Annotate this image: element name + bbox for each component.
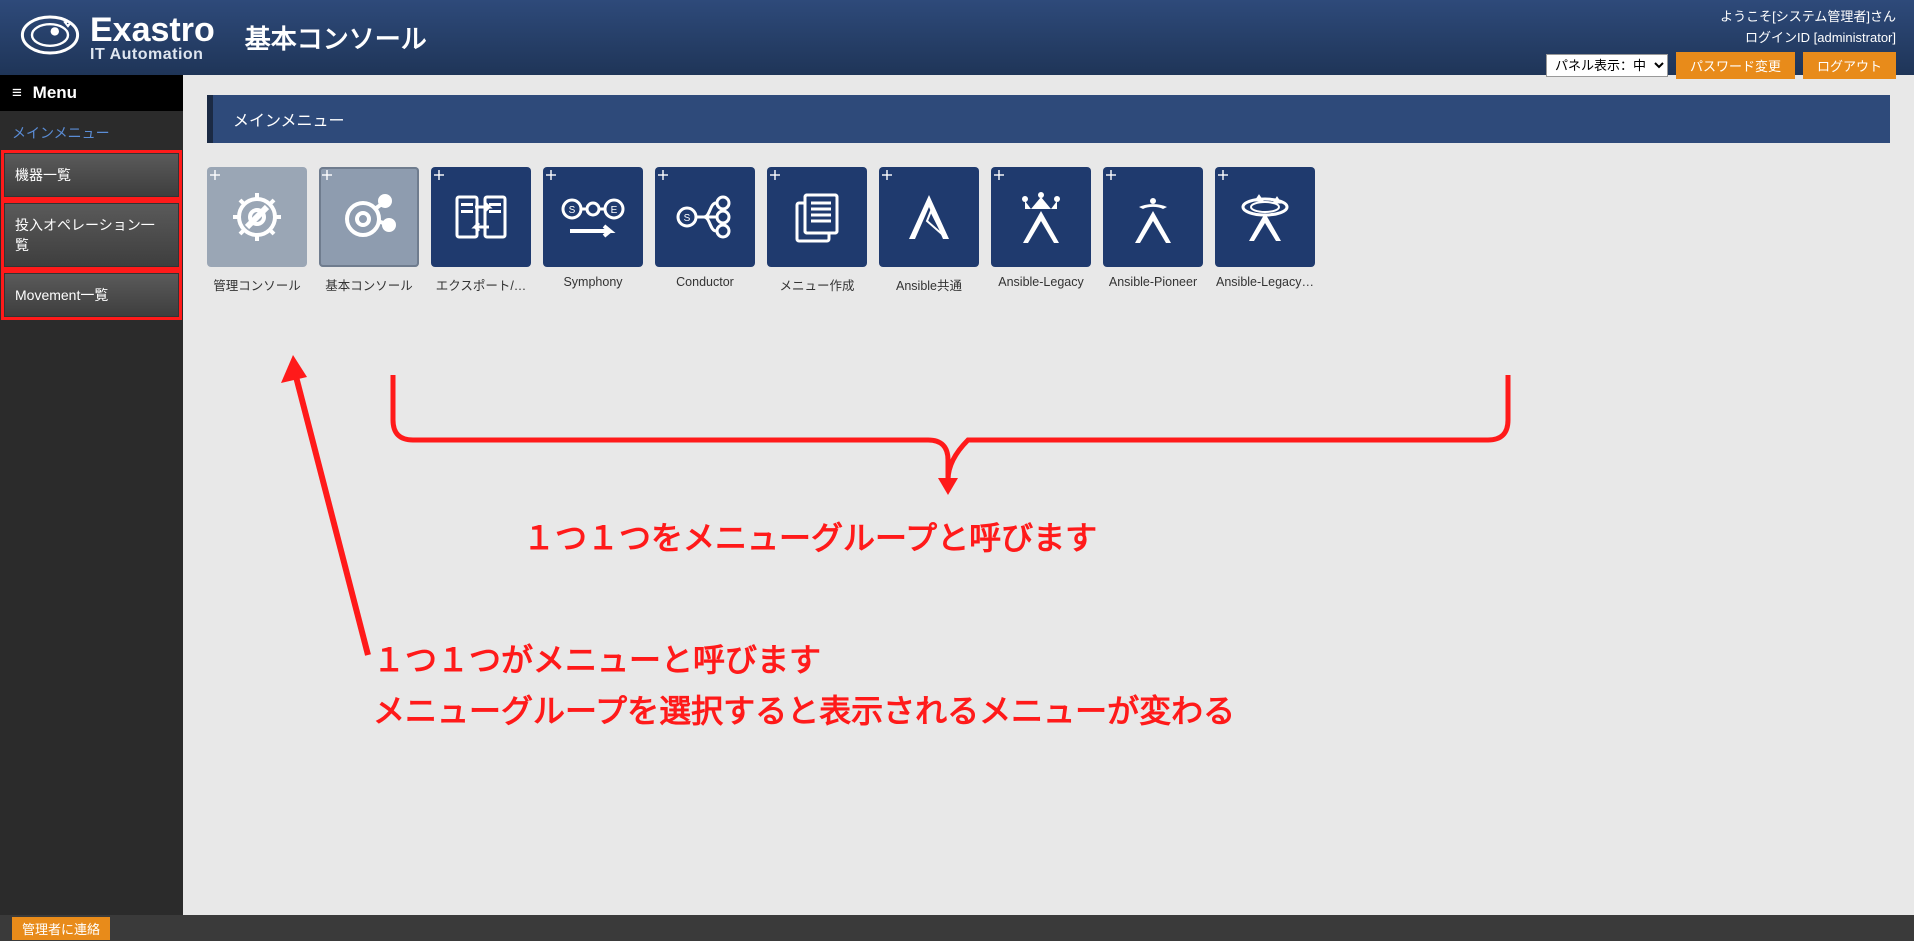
sidebar-item-label: 投入オペレーション一覧: [15, 217, 155, 253]
sidebar-section-main[interactable]: メインメニュー: [0, 111, 183, 153]
plus-icon: [882, 170, 896, 184]
plus-icon: [770, 170, 784, 184]
annotation-brace: [388, 370, 1518, 500]
plus-icon: [994, 170, 1008, 184]
panel-label: Conductor: [655, 275, 755, 289]
annotation-arrow: [273, 355, 393, 675]
plus-icon: [546, 170, 560, 184]
panel-basic-console[interactable]: 基本コンソール: [319, 167, 419, 294]
content-header: メインメニュー: [207, 95, 1890, 143]
panel-label: 基本コンソール: [319, 275, 419, 294]
sidebar-item-devices[interactable]: 機器一覧: [4, 153, 179, 197]
plus-icon: [1218, 170, 1232, 184]
svg-text:E: E: [611, 205, 618, 216]
gear-nodes-icon: [319, 167, 419, 267]
symphony-icon: SE: [543, 167, 643, 267]
sidebar-item-operations[interactable]: 投入オペレーション一覧: [4, 203, 179, 267]
gear-wrench-icon: [207, 167, 307, 267]
plus-icon: [1106, 170, 1120, 184]
sidebar-item-label: Movement一覧: [15, 287, 108, 303]
logo-text: Exastro IT Automation: [90, 13, 215, 63]
sidebar-item-label: 機器一覧: [15, 167, 71, 183]
panel-menu-create[interactable]: メニュー作成: [767, 167, 867, 294]
header-right: ようこそ[システム管理者]さん ログインID [administrator] パ…: [1546, 6, 1896, 79]
page-title: 基本コンソール: [245, 19, 427, 56]
panel-label: メニュー作成: [767, 275, 867, 294]
panel-ansible-common[interactable]: Ansible共通: [879, 167, 979, 294]
panel-admin-console[interactable]: 管理コンソール: [207, 167, 307, 294]
ansible-crown-icon: [991, 167, 1091, 267]
annotation-group-text: １つ１つをメニューグループと呼びます: [523, 513, 1097, 564]
panel-size-select[interactable]: パネル表示：中: [1546, 54, 1668, 77]
panel-label: Ansible-Legacy…: [1215, 275, 1315, 289]
plus-icon: [210, 170, 224, 184]
panel-ansible-pioneer[interactable]: Ansible-Pioneer: [1103, 167, 1203, 294]
ansible-icon: [879, 167, 979, 267]
sidebar-item-movements[interactable]: Movement一覧: [4, 273, 179, 317]
ansible-orbit-icon: [1215, 167, 1315, 267]
main-layout: ≡ Menu メインメニュー 機器一覧 投入オペレーション一覧 Movement…: [0, 75, 1914, 915]
contact-admin-button[interactable]: 管理者に連絡: [12, 917, 110, 940]
documents-icon: [767, 167, 867, 267]
panel-ansible-legacy[interactable]: Ansible-Legacy: [991, 167, 1091, 294]
menu-header[interactable]: ≡ Menu: [0, 75, 183, 111]
panel-grid: 管理コンソール 基本コンソール エクスポート/… SE: [207, 167, 1890, 294]
logo-sub-text: IT Automation: [90, 47, 215, 63]
menu-header-label: Menu: [33, 83, 77, 102]
content-area: メインメニュー 管理コンソール 基本コンソール: [183, 75, 1914, 915]
hamburger-icon: ≡: [12, 83, 22, 102]
logo-block: Exastro IT Automation: [20, 5, 215, 70]
panel-label: 管理コンソール: [207, 275, 307, 294]
panel-symphony[interactable]: SE Symphony: [543, 167, 643, 294]
panel-label: Ansible-Pioneer: [1103, 275, 1203, 289]
login-id-text: ログインID [administrator]: [1546, 27, 1896, 46]
plus-icon: [322, 170, 336, 184]
panel-label: Ansible共通: [879, 275, 979, 294]
panel-label: エクスポート/…: [431, 275, 531, 294]
plus-icon: [658, 170, 672, 184]
panel-ansible-legacy-role[interactable]: Ansible-Legacy…: [1215, 167, 1315, 294]
logo-swirl-icon: [20, 5, 80, 70]
panel-label: Symphony: [543, 275, 643, 289]
app-header: Exastro IT Automation 基本コンソール ようこそ[システム管…: [0, 0, 1914, 75]
panel-export[interactable]: エクスポート/…: [431, 167, 531, 294]
logo-main-text: Exastro: [90, 13, 215, 47]
annotation-menu-text: １つ１つがメニューと呼びます メニューグループを選択すると表示されるメニューが変…: [373, 635, 1235, 737]
footer: 管理者に連絡: [0, 915, 1914, 941]
panel-conductor[interactable]: S Conductor: [655, 167, 755, 294]
plus-icon: [434, 170, 448, 184]
svg-text:S: S: [569, 205, 576, 216]
ansible-sun-icon: [1103, 167, 1203, 267]
sidebar: ≡ Menu メインメニュー 機器一覧 投入オペレーション一覧 Movement…: [0, 75, 183, 915]
conductor-icon: S: [655, 167, 755, 267]
welcome-text: ようこそ[システム管理者]さん: [1546, 6, 1896, 25]
panel-label: Ansible-Legacy: [991, 275, 1091, 289]
svg-text:S: S: [684, 213, 691, 224]
export-import-icon: [431, 167, 531, 267]
